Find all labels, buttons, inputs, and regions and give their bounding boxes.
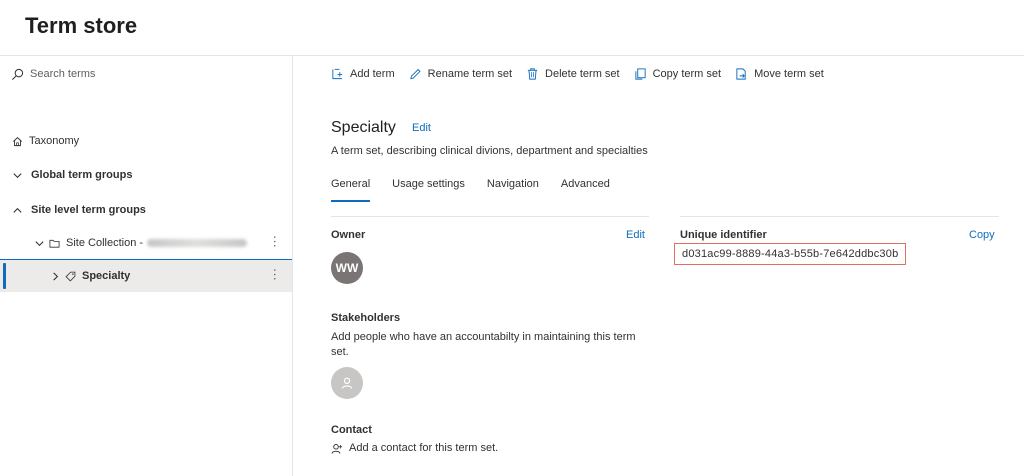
- tree-item-label: Global term groups: [31, 169, 133, 181]
- chevron-down-icon[interactable]: [34, 238, 45, 249]
- unique-identifier-value: d031ac99-8889-44a3-b55b-7e642ddbc30b: [674, 243, 907, 265]
- term-set-edit-link[interactable]: Edit: [412, 122, 431, 134]
- search-box[interactable]: [11, 65, 281, 83]
- add-term-icon: [332, 68, 343, 80]
- tree-item-specialty[interactable]: Specialty ···: [0, 259, 292, 292]
- main-content: Add term Rename term set Delete term set…: [294, 56, 1024, 476]
- trash-icon: [527, 68, 538, 80]
- tag-icon: [65, 271, 76, 282]
- term-set-name: Specialty: [331, 119, 396, 136]
- copy-uid-link[interactable]: Copy: [969, 229, 995, 241]
- tab-bar: General Usage settings Navigation Advanc…: [331, 178, 632, 202]
- contact-label: Contact: [331, 424, 372, 436]
- command-bar: Add term Rename term set Delete term set…: [331, 65, 838, 83]
- copy-icon: [635, 68, 646, 80]
- delete-term-set-button[interactable]: Delete term set: [526, 67, 620, 81]
- tree-item-taxonomy[interactable]: Taxonomy: [0, 128, 292, 154]
- stakeholders-description: Add people who have an accountabilty in …: [331, 331, 636, 358]
- chevron-up-icon[interactable]: [12, 205, 23, 216]
- tree-item-label: Taxonomy: [29, 135, 80, 147]
- tree-item-site-level-term-groups[interactable]: Site level term groups: [0, 197, 292, 223]
- page-title: Term store: [25, 13, 138, 38]
- sidebar: Taxonomy Global term groups Site level t…: [0, 56, 293, 476]
- move-icon: [736, 68, 746, 80]
- owner-avatar[interactable]: WW: [331, 252, 363, 284]
- tree-item-label: Site level term groups: [31, 204, 146, 216]
- stakeholders-label: Stakeholders: [331, 312, 401, 324]
- home-icon: [12, 136, 23, 147]
- owner-edit-link[interactable]: Edit: [626, 229, 645, 241]
- tab-navigation[interactable]: Navigation: [487, 178, 539, 202]
- copy-term-set-button[interactable]: Copy term set: [634, 67, 721, 81]
- search-input[interactable]: [30, 68, 270, 80]
- selection-indicator: [3, 263, 6, 289]
- chevron-down-icon[interactable]: [12, 170, 23, 181]
- person-icon: [341, 377, 353, 389]
- tab-advanced[interactable]: Advanced: [561, 178, 610, 202]
- tree-item-label: Site Collection -: [66, 237, 144, 249]
- add-term-button[interactable]: Add term: [331, 67, 395, 81]
- add-contact-button[interactable]: Add a contact for this term set.: [331, 441, 498, 456]
- unique-identifier-label: Unique identifier: [680, 229, 767, 241]
- owner-label: Owner: [331, 229, 366, 241]
- blurred-site-name: [147, 239, 248, 247]
- search-icon: [12, 68, 24, 80]
- add-stakeholder-avatar[interactable]: [331, 367, 363, 399]
- more-options-icon[interactable]: ···: [268, 235, 283, 248]
- term-set-description: A term set, describing clinical divions,…: [331, 145, 648, 157]
- page-header: Term store: [0, 0, 1024, 56]
- more-options-icon[interactable]: ···: [268, 268, 283, 281]
- person-icon: [331, 443, 343, 454]
- tree-item-label: Specialty: [82, 270, 131, 282]
- folder-icon: [49, 238, 60, 249]
- tree-item-global-term-groups[interactable]: Global term groups: [0, 162, 292, 188]
- tab-usage-settings[interactable]: Usage settings: [392, 178, 465, 202]
- divider-left: [331, 216, 649, 217]
- chevron-right-icon[interactable]: [50, 271, 61, 282]
- divider-right: [680, 216, 999, 217]
- rename-term-set-button[interactable]: Rename term set: [409, 67, 512, 81]
- tree-item-site-collection[interactable]: Site Collection - ···: [0, 230, 292, 256]
- tab-general[interactable]: General: [331, 178, 371, 202]
- move-term-set-button[interactable]: Move term set: [735, 67, 824, 81]
- pencil-icon: [409, 68, 421, 80]
